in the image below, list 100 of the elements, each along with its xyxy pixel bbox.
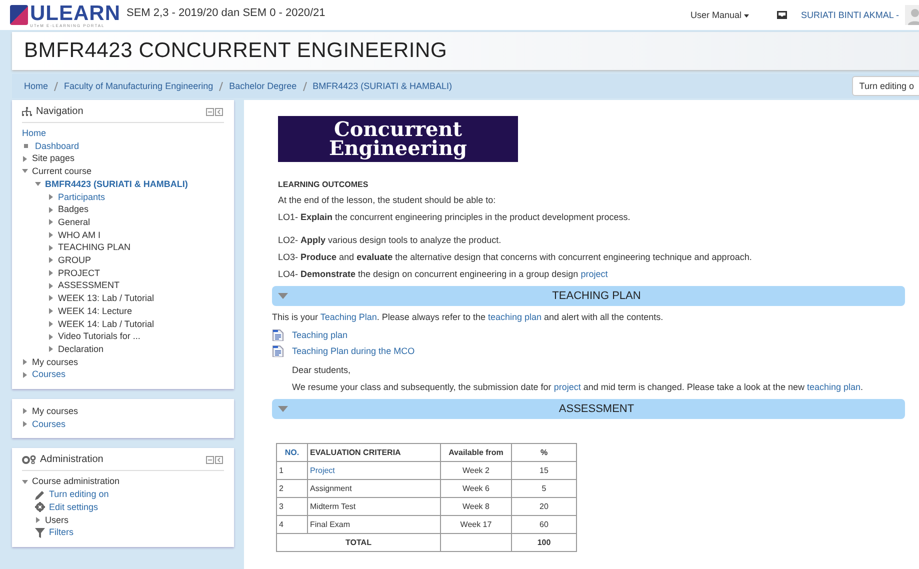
nav-item[interactable]: Home — [22, 127, 46, 140]
nav-item[interactable]: WEEK 14: Lecture — [58, 304, 132, 318]
section-title: ASSESSMENT — [558, 403, 636, 415]
expand-arrow-icon[interactable] — [22, 478, 28, 485]
table-cell: 60 — [512, 516, 576, 534]
link[interactable]: teaching plan — [488, 312, 542, 322]
expand-arrow-icon[interactable] — [48, 334, 54, 340]
expand-arrow-icon[interactable] — [48, 257, 54, 264]
link[interactable]: Teaching Plan — [320, 312, 377, 322]
banner-text: Engineering — [328, 139, 468, 158]
table-cell: Week 17 — [440, 516, 512, 534]
nav-item[interactable]: My courses — [32, 356, 78, 368]
column-header: NO. — [276, 444, 308, 462]
expand-arrow-icon[interactable] — [48, 320, 54, 327]
inbox-icon[interactable] — [776, 11, 787, 19]
block-controls-icon[interactable] — [206, 108, 224, 116]
nav-item[interactable]: WEEK 13: Lab / Tutorial — [58, 292, 154, 305]
expand-arrow-icon[interactable] — [48, 206, 54, 213]
nav-item[interactable]: GROUP — [58, 254, 92, 267]
column-header: % — [512, 444, 576, 462]
section-header[interactable]: TEACHING PLAN — [272, 286, 905, 306]
table-cell: 1 — [276, 462, 308, 480]
expand-arrow-icon[interactable] — [48, 270, 54, 276]
expand-arrow-icon[interactable] — [22, 359, 28, 365]
nav-item[interactable]: Participants — [58, 190, 106, 204]
nav-item[interactable]: TEACHING PLAN — [58, 241, 131, 254]
nav-item[interactable]: WEEK 14: Lab / Tutorial — [58, 318, 154, 330]
resource-link[interactable]: Teaching Plan during the MCO — [292, 346, 415, 356]
table-cell: Week 8 — [440, 498, 512, 516]
expand-arrow-icon[interactable] — [48, 232, 54, 238]
breadcrumb-link[interactable]: Faculty of Manufacturing Engineering — [64, 81, 214, 91]
column-header: Available from — [440, 444, 512, 462]
table-cell: 2 — [276, 480, 308, 498]
expand-arrow-icon[interactable] — [48, 244, 54, 251]
nav-item[interactable]: Video Tutorials for ... — [58, 330, 140, 343]
nav-item[interactable]: Site pages — [32, 152, 75, 166]
learning-outcome-text: LO1- Explain the concurrent engineering principles in the product development process. — [278, 212, 632, 223]
nav-item[interactable]: WHO AM I — [58, 228, 100, 242]
nav-item[interactable]: Current course — [32, 165, 92, 178]
nav-item[interactable]: PROJECT — [58, 266, 100, 280]
separator-icon — [302, 82, 307, 90]
user-menu[interactable]: SURIATI BINTI AKMAL - — [800, 10, 899, 20]
expand-arrow-icon[interactable] — [48, 282, 54, 289]
expand-arrow-icon[interactable] — [22, 408, 28, 414]
table-cell: 5 — [512, 480, 576, 498]
breadcrumb-link[interactable]: Home — [24, 81, 48, 91]
expand-arrow-icon[interactable] — [48, 346, 54, 352]
paragraph: This is your Teaching Plan. Please always refer to the teaching plan and alert with all the contents. — [272, 312, 664, 323]
table-cell: 4 — [276, 516, 308, 534]
separator-icon — [54, 82, 58, 90]
semester-text: SEM 2,3 - 2019/20 dan SEM 0 - 2020/21 — [126, 7, 326, 19]
link[interactable]: project — [580, 269, 608, 279]
nav-item[interactable]: Badges — [58, 203, 89, 216]
turn-editing-button[interactable]: Turn editing o — [852, 76, 919, 96]
expand-arrow-icon[interactable] — [48, 308, 54, 314]
nav-item[interactable]: My courses — [32, 405, 78, 418]
table-cell: Midterm Test — [308, 498, 440, 516]
table-cell: 100 — [512, 534, 576, 552]
expand-arrow-icon[interactable] — [22, 421, 28, 428]
nav-item[interactable]: Courses — [32, 368, 66, 382]
block-controls-icon[interactable] — [206, 456, 224, 464]
table-cell: 15 — [512, 462, 576, 480]
nav-item[interactable]: ASSESSMENT — [58, 279, 120, 292]
expand-arrow-icon[interactable] — [35, 516, 41, 523]
expand-arrow-icon[interactable] — [48, 219, 54, 226]
link[interactable]: teaching plan — [806, 382, 861, 392]
breadcrumb-link[interactable]: Bachelor Degree — [229, 81, 297, 91]
expand-arrow-icon[interactable] — [22, 372, 28, 378]
resource-link[interactable]: Teaching plan — [292, 330, 348, 340]
expand-arrow-icon[interactable] — [22, 156, 28, 162]
nav-item[interactable]: Courses — [32, 418, 66, 430]
collapse-arrow-icon[interactable] — [278, 406, 288, 412]
nav-item[interactable]: Dashboard — [35, 140, 80, 152]
banner-text: Concurrent — [334, 120, 462, 139]
table-cell: Assignment — [308, 480, 440, 498]
document-icon — [272, 345, 284, 357]
breadcrumb-link[interactable]: BMFR4423 (SURIATI & HAMBALI) — [312, 81, 452, 91]
admin-item[interactable]: Turn editing on — [49, 488, 109, 501]
bullet-icon — [24, 144, 28, 148]
table-cell: Final Exam — [308, 516, 440, 534]
nav-item[interactable]: Declaration — [58, 342, 104, 356]
admin-item[interactable]: Edit settings — [49, 500, 98, 514]
table-cell[interactable]: Project — [308, 462, 440, 480]
paragraph: Dear students, — [292, 365, 352, 376]
user-manual-menu[interactable]: User Manual — [690, 10, 749, 20]
table-cell: 3 — [276, 498, 308, 516]
nav-item[interactable]: General — [58, 216, 90, 229]
pencil-icon — [35, 490, 45, 500]
admin-item[interactable]: Filters — [49, 526, 74, 539]
expand-arrow-icon[interactable] — [48, 194, 54, 200]
section-header[interactable]: ASSESSMENT — [272, 399, 905, 419]
expand-arrow-icon[interactable] — [48, 295, 54, 302]
logo-text: ULEARN — [30, 2, 120, 24]
admin-item[interactable]: Users — [45, 514, 69, 526]
admin-item[interactable]: Course administration — [32, 475, 120, 488]
collapse-arrow-icon[interactable] — [278, 293, 288, 299]
link[interactable]: project — [554, 382, 581, 392]
expand-arrow-icon[interactable] — [22, 168, 28, 174]
nav-item[interactable]: BMFR4423 (SURIATI & HAMBALI) — [45, 178, 188, 191]
expand-arrow-icon[interactable] — [35, 181, 41, 188]
